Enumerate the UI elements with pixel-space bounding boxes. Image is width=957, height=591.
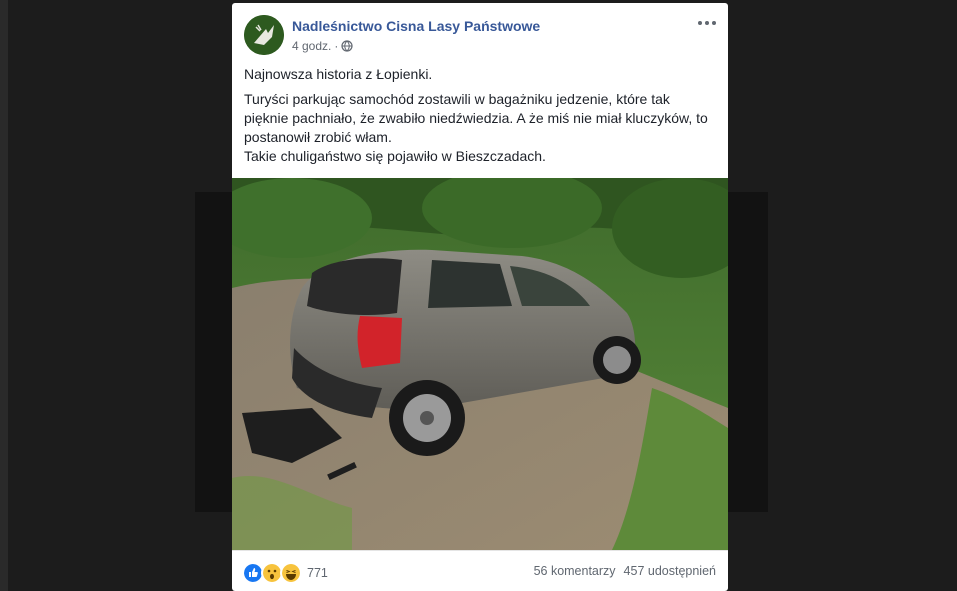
ellipsis-dot-icon — [712, 21, 716, 25]
background-dimmed-panel — [195, 192, 235, 512]
post-stats: 56 komentarzy 457 udostępnień — [534, 564, 716, 578]
forestry-logo-icon — [244, 15, 284, 55]
post-card: Nadleśnictwo Cisna Lasy Państwowe 4 godz… — [232, 3, 728, 591]
globe-icon — [341, 40, 353, 52]
shares-count-link[interactable]: 457 udostępnień — [624, 564, 716, 578]
page-name-link[interactable]: Nadleśnictwo Cisna Lasy Państwowe — [292, 18, 540, 34]
background-dimmed-panel — [728, 192, 768, 512]
ellipsis-dot-icon — [698, 21, 702, 25]
post-footer: 771 56 komentarzy 457 udostępnień — [232, 550, 728, 591]
reaction-count: 771 — [307, 566, 328, 580]
comments-count-link[interactable]: 56 komentarzy — [534, 564, 616, 578]
haha-icon — [280, 562, 302, 584]
ellipsis-dot-icon — [705, 21, 709, 25]
page-avatar[interactable] — [244, 15, 284, 55]
background-page-edge — [0, 0, 8, 591]
post-meta: 4 godz. · — [292, 39, 353, 53]
reactions-summary[interactable]: 771 — [242, 562, 328, 584]
damaged-car-photo — [232, 178, 728, 550]
post-paragraph: Turyści parkując samochód zostawili w ba… — [244, 91, 708, 164]
post-time[interactable]: 4 godz. — [292, 39, 331, 53]
post-text: Najnowsza historia z Łopienki. Turyści p… — [244, 65, 714, 172]
more-options-button[interactable] — [696, 15, 718, 31]
dot-separator: · — [334, 39, 339, 53]
post-photo[interactable] — [232, 178, 728, 550]
post-paragraph: Najnowsza historia z Łopienki. — [244, 66, 433, 82]
